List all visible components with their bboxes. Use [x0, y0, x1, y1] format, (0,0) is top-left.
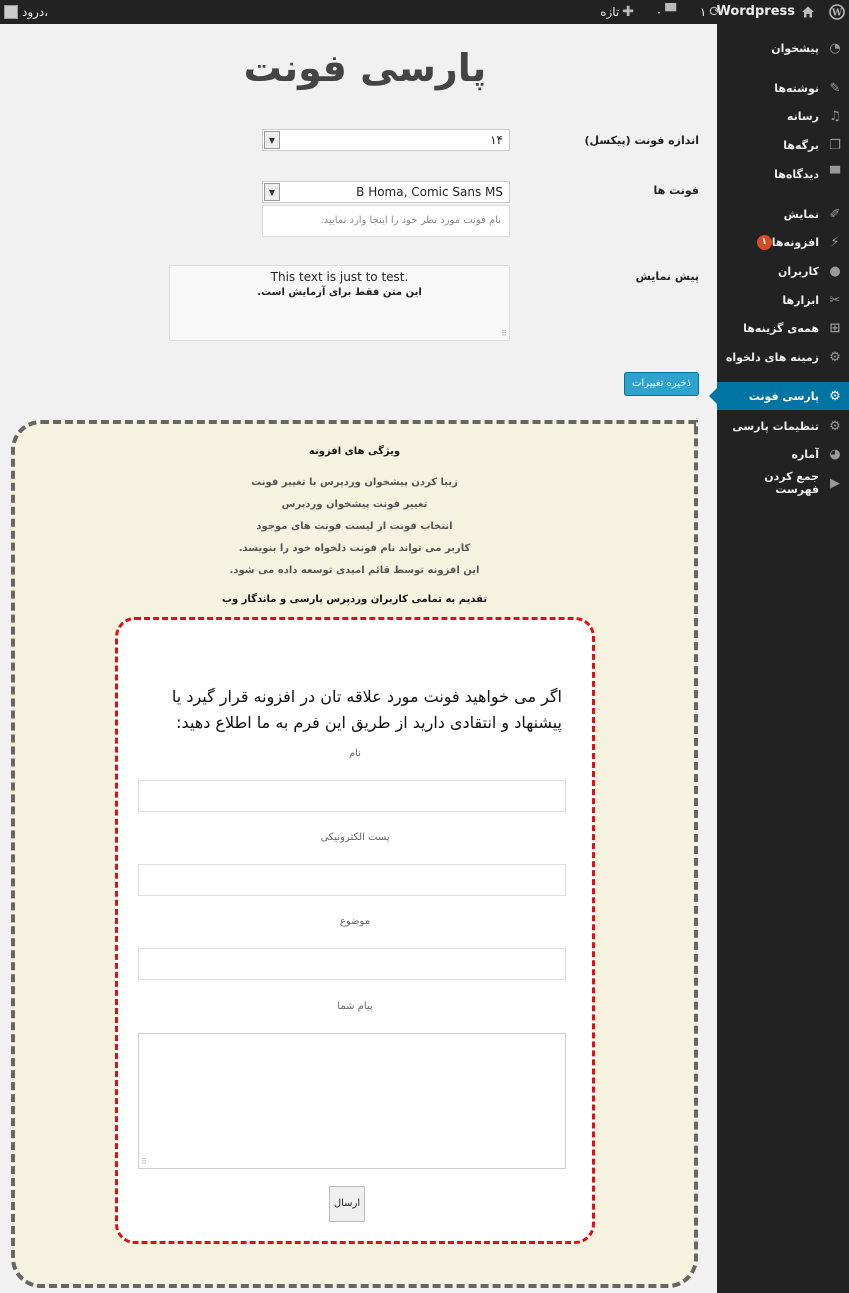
save-changes-button[interactable]: ذخیره تغییرات — [624, 372, 699, 396]
sidebar-item-custom-fields[interactable]: ⚙ زمینه های دلخواه — [717, 343, 849, 371]
updates-count: ۱ — [699, 5, 707, 19]
fonts-select[interactable]: ▼ B Homa, Comic Sans MS — [262, 181, 510, 203]
stats-icon: ◕ — [829, 446, 841, 462]
chevron-down-icon: ▼ — [264, 183, 280, 201]
tools-icon: ✂ — [829, 292, 841, 308]
gear-icon: ⚙ — [829, 388, 841, 404]
svg-text:W: W — [831, 9, 843, 19]
sidebar-item-label: ابزارها — [782, 293, 819, 307]
preview-line-persian: این متن فقط برای آزمایش است. — [257, 287, 422, 298]
appearance-icon: ✐ — [829, 206, 841, 222]
sidebar-item-label: دیدگاه‌ها — [774, 167, 819, 181]
sidebar-item-label: پارسی فونت — [748, 389, 819, 403]
sidebar-item-comments[interactable]: ▀ دیدگاه‌ها — [717, 160, 849, 188]
feature-item: این افزونه توسط قائم امیدی توسعه داده می… — [229, 565, 480, 576]
plugins-icon: ⚡ — [830, 234, 840, 250]
email-input[interactable] — [138, 864, 566, 896]
updates-link[interactable]: ۱ ⟳ — [700, 0, 724, 24]
sidebar-item-label: افزونه‌ها — [771, 235, 819, 249]
sidebar-item-posts[interactable]: ✎ نوشته‌ها — [717, 74, 849, 102]
site-name-link[interactable]: Wordpress — [716, 0, 795, 24]
font-size-select[interactable]: ▼ ۱۴ — [262, 129, 510, 151]
account-menu[interactable]: درود، — [4, 0, 48, 24]
gear-icon: ⚙ — [829, 418, 841, 434]
wordpress-logo-icon[interactable]: W — [829, 0, 845, 24]
avatar — [4, 5, 18, 19]
sidebar-item-label: نمایش — [783, 207, 819, 221]
contact-form: اگر می خواهید فونت مورد علاقه تان در افز… — [115, 617, 595, 1244]
sidebar-item-tools[interactable]: ✂ ابزارها — [717, 286, 849, 314]
preview-textarea[interactable]: This text is just to test. این متن فقط ب… — [169, 265, 510, 341]
comments-icon: ▀ — [830, 166, 840, 182]
plus-icon: ✚ — [622, 4, 634, 20]
sidebar-item-label: تنظیمات پارسی — [732, 419, 819, 433]
sidebar-item-parsi-font[interactable]: ⚙ پارسی فونت — [709, 382, 849, 410]
plugins-update-badge: ۱ — [756, 234, 772, 250]
name-label: نام — [348, 748, 362, 759]
new-label: تازه — [600, 5, 620, 19]
message-label: پیام شما — [337, 1001, 373, 1012]
gear-icon: ⚙ — [829, 349, 841, 365]
sidebar-item-stats[interactable]: ◕ آماره — [717, 440, 849, 468]
sidebar-item-label: آماره — [791, 447, 819, 461]
dashboard-icon: ◔ — [829, 40, 841, 56]
sidebar-item-label: پیشخوان — [771, 41, 819, 55]
sidebar-item-plugins[interactable]: ⚡ افزونه‌ها ۱ — [717, 228, 849, 256]
comment-bubble-icon: ▀ — [665, 4, 676, 20]
comments-link[interactable]: ۰ ▀ — [656, 0, 679, 24]
features-title: ویژگی های افزونه — [308, 446, 401, 457]
users-icon: ● — [829, 263, 841, 279]
updates-icon: ⟳ — [709, 4, 721, 20]
collapse-icon: ▶ — [830, 475, 841, 491]
sidebar-item-media[interactable]: ♫ رسانه — [717, 102, 849, 130]
sidebar-item-pages[interactable]: ❐ برگه‌ها — [717, 131, 849, 159]
resize-handle-icon[interactable]: ⠿ — [501, 329, 507, 338]
email-label: پست الکترونیکی — [320, 832, 390, 843]
sidebar-item-label: جمع کردن فهرست — [764, 470, 820, 496]
feature-item: زیبا کردن پیشخوان وردپرس با تغییر فونت — [251, 477, 458, 488]
sidebar-item-label: کاربران — [778, 264, 819, 278]
fonts-label: فونت ها — [653, 184, 699, 197]
media-icon: ♫ — [829, 108, 841, 124]
admin-sidebar: ◔ پیشخوان ✎ نوشته‌ها ♫ رسانه ❐ برگه‌ها ▀… — [709, 24, 849, 1293]
sidebar-item-label: زمینه های دلخواه — [725, 350, 819, 364]
sidebar-item-dashboard[interactable]: ◔ پیشخوان — [717, 34, 849, 62]
fonts-value: B Homa, Comic Sans MS — [356, 185, 503, 199]
dedication-text: تقدیم به تمامی کاربران وردپرس پارسی و ما… — [221, 594, 488, 605]
home-icon[interactable] — [801, 0, 815, 24]
sidebar-item-label: برگه‌ها — [783, 138, 819, 152]
feature-item: انتخاب فونت از لیست فونت های موجود — [256, 521, 453, 532]
sidebar-item-label: همه‌ی گزینه‌ها — [743, 321, 819, 335]
name-input[interactable] — [138, 780, 566, 812]
font-size-label: اندازه فونت (پیکسل) — [584, 134, 699, 147]
sidebar-item-users[interactable]: ● کاربران — [717, 257, 849, 285]
font-size-value: ۱۴ — [490, 133, 503, 147]
chevron-down-icon: ▼ — [264, 131, 280, 149]
message-textarea[interactable]: ⠿ — [138, 1033, 566, 1169]
all-options-icon: ⊞ — [829, 320, 841, 336]
sidebar-item-persian-settings[interactable]: ⚙ تنظیمات پارسی — [717, 412, 849, 440]
preview-line-english: This text is just to test. — [270, 270, 409, 284]
sidebar-item-label: رسانه — [786, 109, 819, 123]
admin-bar: W Wordpress ۱ ⟳ ۰ ▀ تازه ✚ درود، — [0, 0, 849, 24]
new-content-link[interactable]: تازه ✚ — [600, 0, 637, 24]
subject-input[interactable] — [138, 948, 566, 980]
preview-label: پیش نمایش — [635, 270, 699, 283]
custom-font-input[interactable]: نام فونت مورد نظر خود را اینجا وارد نمای… — [262, 205, 510, 237]
pin-icon: ✎ — [829, 80, 841, 96]
sidebar-item-appearance[interactable]: ✐ نمایش — [717, 200, 849, 228]
feature-item: تغییر فونت پیشخوان وردپرس — [281, 499, 428, 510]
subject-label: موضوع — [339, 916, 371, 927]
sidebar-item-label: نوشته‌ها — [774, 81, 819, 95]
comments-count: ۰ — [655, 5, 663, 19]
pages-icon: ❐ — [829, 137, 841, 153]
feature-item: کاربر می تواند نام فونت دلخواه خود را بن… — [238, 543, 471, 554]
sidebar-item-all-options[interactable]: ⊞ همه‌ی گزینه‌ها — [717, 314, 849, 342]
resize-handle-icon[interactable]: ⠿ — [141, 1157, 147, 1166]
sidebar-item-collapse-menu[interactable]: ▶ جمع کردن فهرست — [717, 469, 849, 497]
page-title: پارسی فونت — [243, 46, 487, 90]
greeting-text: درود، — [22, 5, 49, 19]
contact-intro: اگر می خواهید فونت مورد علاقه تان در افز… — [171, 687, 562, 732]
send-button[interactable]: ارسال — [329, 1186, 365, 1222]
